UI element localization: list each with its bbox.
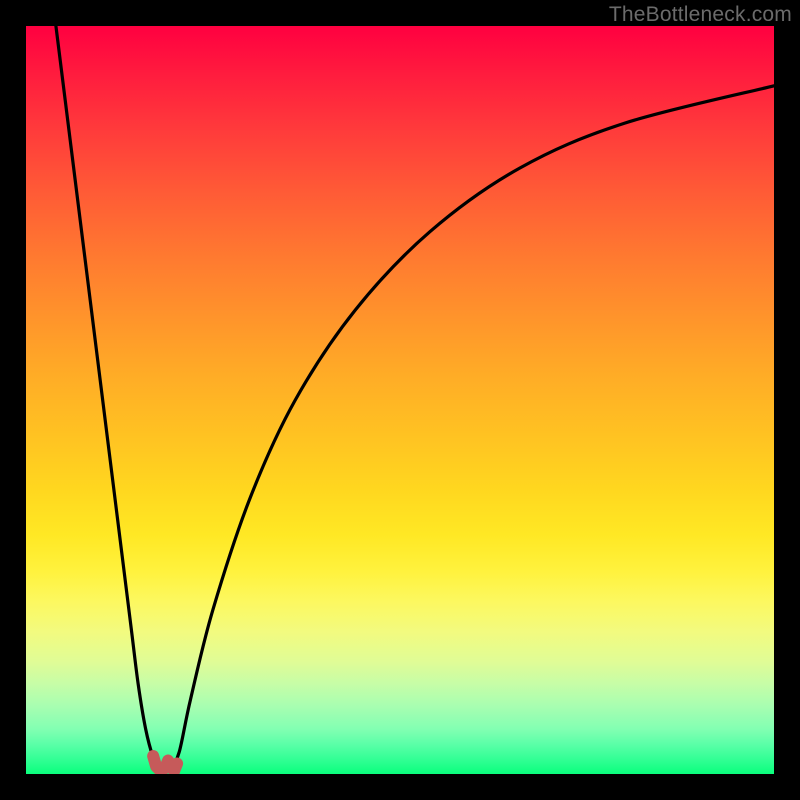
curve-right-branch bbox=[171, 86, 774, 770]
dip-marker bbox=[153, 756, 177, 771]
outer-frame: TheBottleneck.com bbox=[0, 0, 800, 800]
plot-area bbox=[26, 26, 774, 774]
watermark-text: TheBottleneck.com bbox=[609, 3, 792, 27]
curve-layer bbox=[26, 26, 774, 774]
curve-left-branch bbox=[56, 26, 159, 770]
